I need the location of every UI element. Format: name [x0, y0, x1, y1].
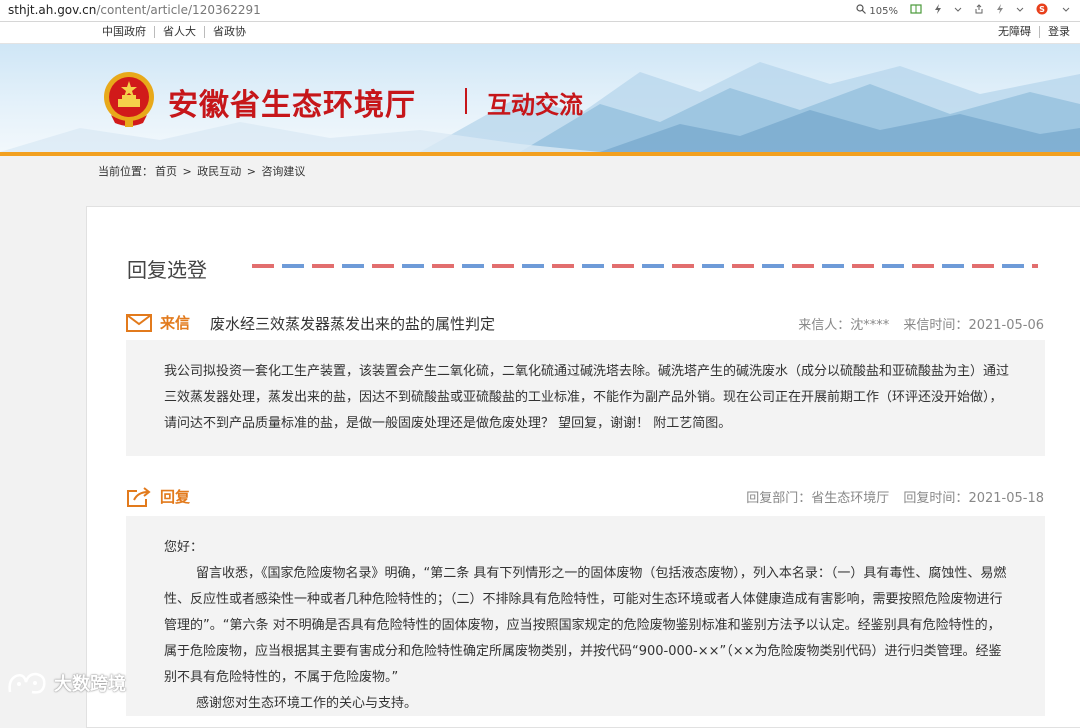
- sender-label: 来信人：: [798, 318, 851, 333]
- svg-text:S: S: [1039, 5, 1045, 14]
- letter-label: 来信: [126, 312, 190, 333]
- breadcrumb-interaction[interactable]: 政民互动: [197, 165, 241, 178]
- letter-body-box: 我公司拟投资一套化工生产装置，该装置会产生二氧化硫，二氧化硫通过碱洗塔去除。碱洗…: [126, 340, 1045, 456]
- reply-closing: 感谢您对生态环境工作的关心与支持。: [196, 696, 418, 711]
- section-title[interactable]: 互动交流: [487, 85, 583, 120]
- reply-date-label: 回复时间：: [903, 491, 969, 506]
- reply-dept: 省生态环境厅: [811, 491, 890, 506]
- reply-meta: 回复部门：省生态环境厅 回复时间：2021-05-18: [746, 487, 1044, 506]
- watermark: 大数跨境: [6, 670, 126, 696]
- reply-label: 回复: [126, 486, 190, 507]
- breadcrumb-separator: >: [243, 165, 260, 178]
- nav-link-gov[interactable]: 中国政府: [102, 26, 155, 38]
- title-divider: [465, 88, 467, 114]
- search-engine-icon[interactable]: S: [1036, 3, 1050, 18]
- reply-label-text: 回复: [160, 488, 191, 506]
- letter-date-label: 来信时间：: [903, 318, 969, 333]
- reply-greeting: 您好：: [164, 540, 204, 555]
- lightning-icon[interactable]: [996, 4, 1004, 17]
- letter-body: 我公司拟投资一套化工生产装置，该装置会产生二氧化硫，二氧化硫通过碱洗塔去除。碱洗…: [164, 364, 1010, 431]
- zoom-level: 105%: [869, 6, 898, 17]
- bolt-icon[interactable]: [934, 4, 942, 17]
- nav-link-congress[interactable]: 省人大: [155, 26, 205, 38]
- top-nav-left: 中国政府 省人大 省政协: [102, 26, 254, 38]
- chevron-down-icon[interactable]: [1016, 5, 1024, 16]
- letter-label-text: 来信: [160, 314, 191, 332]
- site-banner: 安徽省生态环境厅 互动交流: [0, 44, 1080, 152]
- letter-date: 2021-05-06: [968, 318, 1044, 333]
- site-title[interactable]: 安徽省生态环境厅: [168, 80, 416, 124]
- top-nav-right: 无障碍 登录: [990, 26, 1078, 38]
- url-host: sthjt.ah.gov.cn: [8, 3, 97, 17]
- breadcrumb-home[interactable]: 首页: [155, 165, 177, 178]
- reply-dept-label: 回复部门：: [746, 491, 812, 506]
- share-icon[interactable]: [974, 4, 984, 17]
- watermark-logo-icon: [8, 672, 46, 694]
- reply-date: 2021-05-18: [968, 491, 1044, 506]
- envelope-icon: [126, 313, 152, 332]
- breadcrumb-consult[interactable]: 咨询建议: [261, 165, 305, 178]
- zoom-control[interactable]: 105%: [856, 4, 898, 17]
- chevron-down-icon[interactable]: [1062, 5, 1070, 16]
- reply-body: 留言收悉，《国家危险废物名录》明确，“第二条 具有下列情形之一的固体废物（包括液…: [164, 566, 1007, 685]
- browser-toolbar: 105% S: [856, 3, 1070, 18]
- chevron-down-icon[interactable]: [954, 5, 962, 16]
- breadcrumb-prefix: 当前位置：: [98, 165, 153, 178]
- accessibility-link[interactable]: 无障碍: [990, 26, 1040, 38]
- zoom-icon: [856, 4, 867, 14]
- reply-share-icon: [127, 486, 151, 507]
- national-emblem-icon: [104, 72, 154, 127]
- breadcrumb: 当前位置： 首页 > 政民互动 > 咨询建议: [98, 163, 307, 179]
- letter-title: 废水经三效蒸发器蒸发出来的盐的属性判定: [210, 315, 496, 333]
- url-text[interactable]: sthjt.ah.gov.cn/content/article/12036229…: [8, 3, 261, 17]
- top-nav: 中国政府 省人大 省政协 无障碍 登录: [0, 22, 1080, 44]
- airmail-divider: [252, 264, 1038, 268]
- breadcrumb-separator: >: [179, 165, 196, 178]
- browser-address-bar[interactable]: sthjt.ah.gov.cn/content/article/12036229…: [0, 0, 1080, 22]
- letter-meta: 来信人：沈**** 来信时间：2021-05-06: [798, 314, 1044, 333]
- page-heading: 回复选登: [127, 258, 207, 282]
- reader-icon[interactable]: [910, 4, 922, 17]
- watermark-text: 大数跨境: [54, 674, 126, 695]
- reply-body-box: 您好： 留言收悉，《国家危险废物名录》明确，“第二条 具有下列情形之一的固体废物…: [126, 516, 1045, 716]
- login-link[interactable]: 登录: [1040, 26, 1078, 38]
- sender-name: 沈****: [850, 318, 890, 333]
- banner-accent-bar: [0, 152, 1080, 156]
- url-path: /content/article/120362291: [96, 3, 261, 17]
- nav-link-cppcc[interactable]: 省政协: [205, 26, 254, 38]
